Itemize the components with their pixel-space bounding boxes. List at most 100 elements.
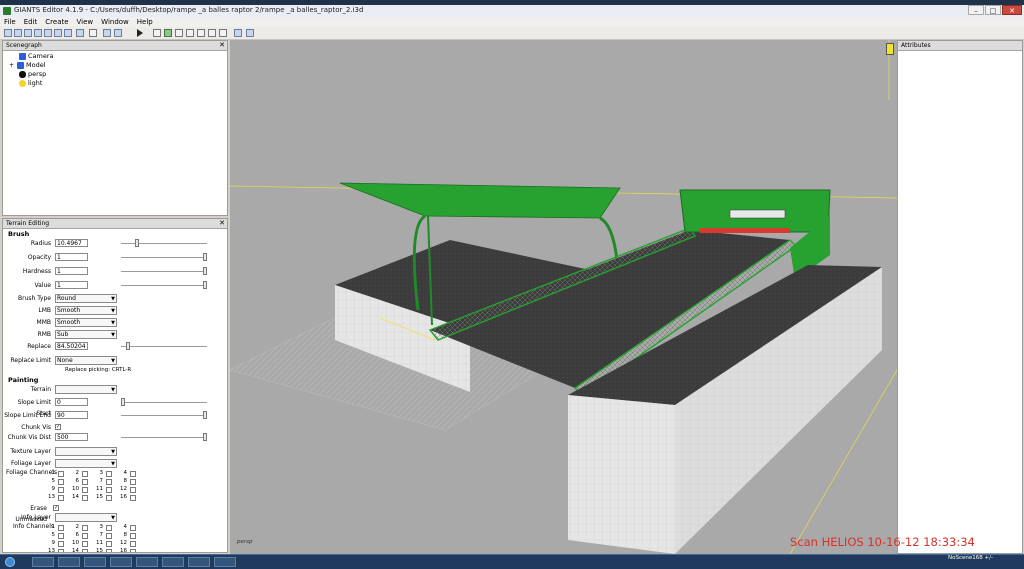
taskbar-app-6[interactable]: [162, 557, 184, 567]
3d-viewport[interactable]: persp: [230, 40, 897, 554]
menu-view[interactable]: View: [73, 17, 98, 27]
slope-start-slider-thumb[interactable]: [121, 398, 125, 406]
snap-gear-icon[interactable]: [246, 29, 254, 37]
slope-end-slider-thumb[interactable]: [203, 411, 207, 419]
channel-checkbox[interactable]: [58, 525, 64, 531]
opacity-slider-track[interactable]: [121, 257, 207, 258]
expand-icon[interactable]: +: [9, 62, 17, 69]
channel-checkbox[interactable]: [106, 479, 112, 485]
tree-item-model[interactable]: + Model: [9, 61, 46, 69]
channel-checkbox[interactable]: [82, 525, 88, 531]
channel-checkbox[interactable]: [58, 479, 64, 485]
channel-checkbox[interactable]: [130, 549, 136, 552]
foliage-layer-select[interactable]: ▼: [55, 459, 117, 468]
channel-checkbox[interactable]: [130, 541, 136, 547]
channel-checkbox[interactable]: [106, 549, 112, 552]
slope-end-input[interactable]: 90: [55, 411, 88, 419]
slope-start-input[interactable]: 0: [55, 398, 88, 406]
channel-checkbox[interactable]: [58, 549, 64, 552]
channel-checkbox[interactable]: [106, 471, 112, 477]
new-file-icon[interactable]: [4, 29, 12, 37]
taskbar-app-3[interactable]: [84, 557, 106, 567]
start-button-icon[interactable]: [5, 557, 15, 567]
brush-type-select[interactable]: Round ▼: [55, 294, 117, 303]
erase-unmasked-checkbox[interactable]: ✓: [53, 505, 59, 511]
channel-checkbox[interactable]: [82, 549, 88, 552]
channel-checkbox[interactable]: [106, 495, 112, 501]
save-as-icon[interactable]: [64, 29, 72, 37]
channel-checkbox[interactable]: [130, 479, 136, 485]
copy-icon[interactable]: [89, 29, 97, 37]
scenegraph-close-icon[interactable]: ✕: [219, 41, 225, 50]
opacity-input[interactable]: 1: [55, 253, 88, 261]
chunk-vis-dist-slider-track[interactable]: [121, 437, 207, 438]
refresh-icon[interactable]: [76, 29, 84, 37]
tree-item-camera[interactable]: Camera: [19, 52, 54, 60]
play-icon[interactable]: [137, 29, 143, 37]
value-slider-track[interactable]: [121, 285, 207, 286]
channel-checkbox[interactable]: [82, 541, 88, 547]
channel-checkbox[interactable]: [82, 495, 88, 501]
hardness-slider-thumb[interactable]: [203, 267, 207, 275]
replace-slider-thumb[interactable]: [125, 342, 130, 350]
tree-item-persp[interactable]: persp: [19, 70, 46, 78]
traffic-light-icon[interactable]: [886, 43, 894, 55]
channel-checkbox[interactable]: [58, 471, 64, 477]
channel-checkbox[interactable]: [58, 495, 64, 501]
foliage-icon[interactable]: [219, 29, 227, 37]
menu-window[interactable]: Window: [97, 17, 133, 27]
lmb-select[interactable]: Smooth ▼: [55, 306, 117, 315]
channel-checkbox[interactable]: [130, 525, 136, 531]
terrain-icon[interactable]: [164, 29, 172, 37]
import-icon[interactable]: [24, 29, 32, 37]
opacity-slider-thumb[interactable]: [203, 253, 207, 261]
rmb-select[interactable]: Sub ▼: [55, 330, 117, 339]
undo-icon[interactable]: [103, 29, 111, 37]
replace-input[interactable]: 84.50204: [55, 342, 88, 350]
radius-slider-track[interactable]: [121, 243, 207, 244]
channel-checkbox[interactable]: [82, 533, 88, 539]
close-button[interactable]: ✕: [1002, 5, 1022, 15]
taskbar-app-8[interactable]: [214, 557, 236, 567]
channel-checkbox[interactable]: [82, 471, 88, 477]
rotate-icon[interactable]: [186, 29, 194, 37]
menu-create[interactable]: Create: [41, 17, 72, 27]
save-icon[interactable]: [54, 29, 62, 37]
minimize-button[interactable]: –: [968, 5, 984, 15]
info-layer-select[interactable]: ▼: [55, 513, 117, 522]
radius-input[interactable]: 10.4967: [55, 239, 88, 247]
chunk-vis-dist-slider-thumb[interactable]: [203, 433, 207, 441]
channel-checkbox[interactable]: [106, 541, 112, 547]
chunk-vis-checkbox[interactable]: ✓: [55, 424, 61, 430]
select-icon[interactable]: [153, 29, 161, 37]
redo-icon[interactable]: [114, 29, 122, 37]
hardness-input[interactable]: 1: [55, 267, 88, 275]
channel-checkbox[interactable]: [130, 471, 136, 477]
export-icon[interactable]: [34, 29, 42, 37]
channel-checkbox[interactable]: [58, 533, 64, 539]
terrain-select[interactable]: ▼: [55, 385, 117, 394]
taskbar-app-7[interactable]: [188, 557, 210, 567]
radius-slider-thumb[interactable]: [134, 239, 139, 247]
replace-limit-select[interactable]: None ▼: [55, 356, 117, 365]
mmb-select[interactable]: Smooth ▼: [55, 318, 117, 327]
open-file-icon[interactable]: [14, 29, 22, 37]
channel-checkbox[interactable]: [82, 487, 88, 493]
scale-icon[interactable]: [197, 29, 205, 37]
tree-item-light[interactable]: light: [19, 79, 42, 87]
channel-checkbox[interactable]: [58, 541, 64, 547]
taskbar-app-5[interactable]: [136, 557, 158, 567]
replace-slider-track[interactable]: [121, 346, 207, 347]
channel-checkbox[interactable]: [130, 495, 136, 501]
move-icon[interactable]: [175, 29, 183, 37]
channel-checkbox[interactable]: [130, 533, 136, 539]
channel-checkbox[interactable]: [82, 479, 88, 485]
channel-checkbox[interactable]: [58, 487, 64, 493]
maximize-button[interactable]: □: [985, 5, 1001, 15]
paint-icon[interactable]: [208, 29, 216, 37]
settings-gear-icon[interactable]: [234, 29, 242, 37]
channel-checkbox[interactable]: [106, 525, 112, 531]
menu-edit[interactable]: Edit: [20, 17, 42, 27]
menu-help[interactable]: Help: [133, 17, 157, 27]
menu-file[interactable]: File: [0, 17, 20, 27]
